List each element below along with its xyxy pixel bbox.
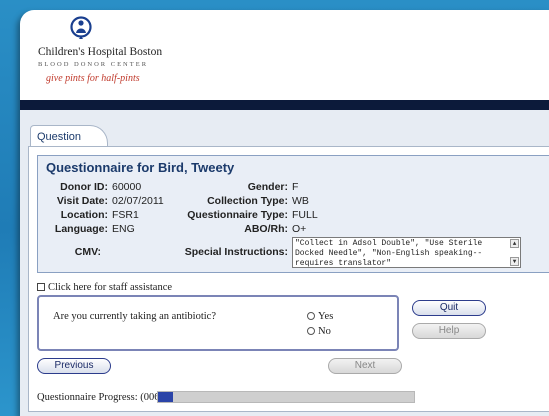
location-value: FSR1 <box>112 209 139 221</box>
scroll-down-arrow-icon[interactable]: ▼ <box>510 257 519 266</box>
language-value: ENG <box>112 223 135 235</box>
quit-button[interactable]: Quit <box>412 300 486 316</box>
nav-bar <box>20 100 549 110</box>
option-yes[interactable]: Yes <box>307 311 333 322</box>
gender-value: F <box>292 181 299 193</box>
org-tagline: give pints for half-pints <box>46 73 140 84</box>
location-label: Location: <box>60 209 108 221</box>
option-no[interactable]: No <box>307 326 331 337</box>
visit-date-value: 02/07/2011 <box>112 195 164 207</box>
questionnaire-title: Questionnaire for Bird, Tweety <box>46 160 235 175</box>
question-panel: Questionnaire for Bird, Tweety Donor ID:… <box>28 146 549 412</box>
donor-id-label: Donor ID: <box>60 181 108 193</box>
progress-label: Questionnaire Progress: (006%): <box>37 392 175 403</box>
staff-assistance-checkbox[interactable] <box>37 283 45 291</box>
abo-rh-label: ABO/Rh: <box>244 223 288 235</box>
org-name: Children's Hospital Boston <box>38 46 163 58</box>
donor-logo-icon <box>70 16 92 39</box>
cmv-label: CMV: <box>74 246 101 258</box>
gender-label: Gender: <box>247 181 288 193</box>
org-subtitle: BLOOD DONOR CENTER <box>38 61 149 68</box>
tab-question[interactable]: Question <box>30 125 108 147</box>
abo-rh-value: O+ <box>292 223 307 235</box>
questionnaire-type-value: FULL <box>292 209 318 221</box>
questionnaire-type-label: Questionnaire Type: <box>187 209 288 221</box>
next-button[interactable]: Next <box>328 358 402 374</box>
app-card: Children's Hospital Boston BLOOD DONOR C… <box>20 10 549 416</box>
option-no-label: No <box>318 326 331 337</box>
special-instructions-label: Special Instructions: <box>184 246 288 258</box>
special-instructions-field[interactable]: "Collect in Adsol Double", "Use Sterile … <box>292 237 521 268</box>
question-box: Are you currently taking an antibiotic? … <box>37 295 399 351</box>
previous-button[interactable]: Previous <box>37 358 111 374</box>
main-content: Question Questionnaire for Bird, Tweety … <box>20 110 549 416</box>
special-instructions-text: "Collect in Adsol Double", "Use Sterile … <box>295 239 483 268</box>
window-frame: Children's Hospital Boston BLOOD DONOR C… <box>0 0 549 416</box>
help-button[interactable]: Help <box>412 323 486 339</box>
option-yes-label: Yes <box>318 311 334 322</box>
language-label: Language: <box>54 223 108 235</box>
collection-type-label: Collection Type: <box>207 195 288 207</box>
collection-type-value: WB <box>292 195 309 207</box>
question-text: Are you currently taking an antibiotic? <box>53 311 216 322</box>
staff-assistance-option[interactable]: Click here for staff assistance <box>37 282 172 293</box>
progress-bar-fill <box>158 392 174 402</box>
progress-bar <box>157 391 415 403</box>
radio-no[interactable] <box>307 327 315 335</box>
radio-yes[interactable] <box>307 312 315 320</box>
visit-date-label: Visit Date: <box>56 195 108 207</box>
scroll-up-arrow-icon[interactable]: ▲ <box>510 239 519 248</box>
donor-id-value: 60000 <box>112 181 142 193</box>
staff-assistance-label: Click here for staff assistance <box>48 282 173 293</box>
donor-info-box: Questionnaire for Bird, Tweety Donor ID:… <box>37 155 549 273</box>
